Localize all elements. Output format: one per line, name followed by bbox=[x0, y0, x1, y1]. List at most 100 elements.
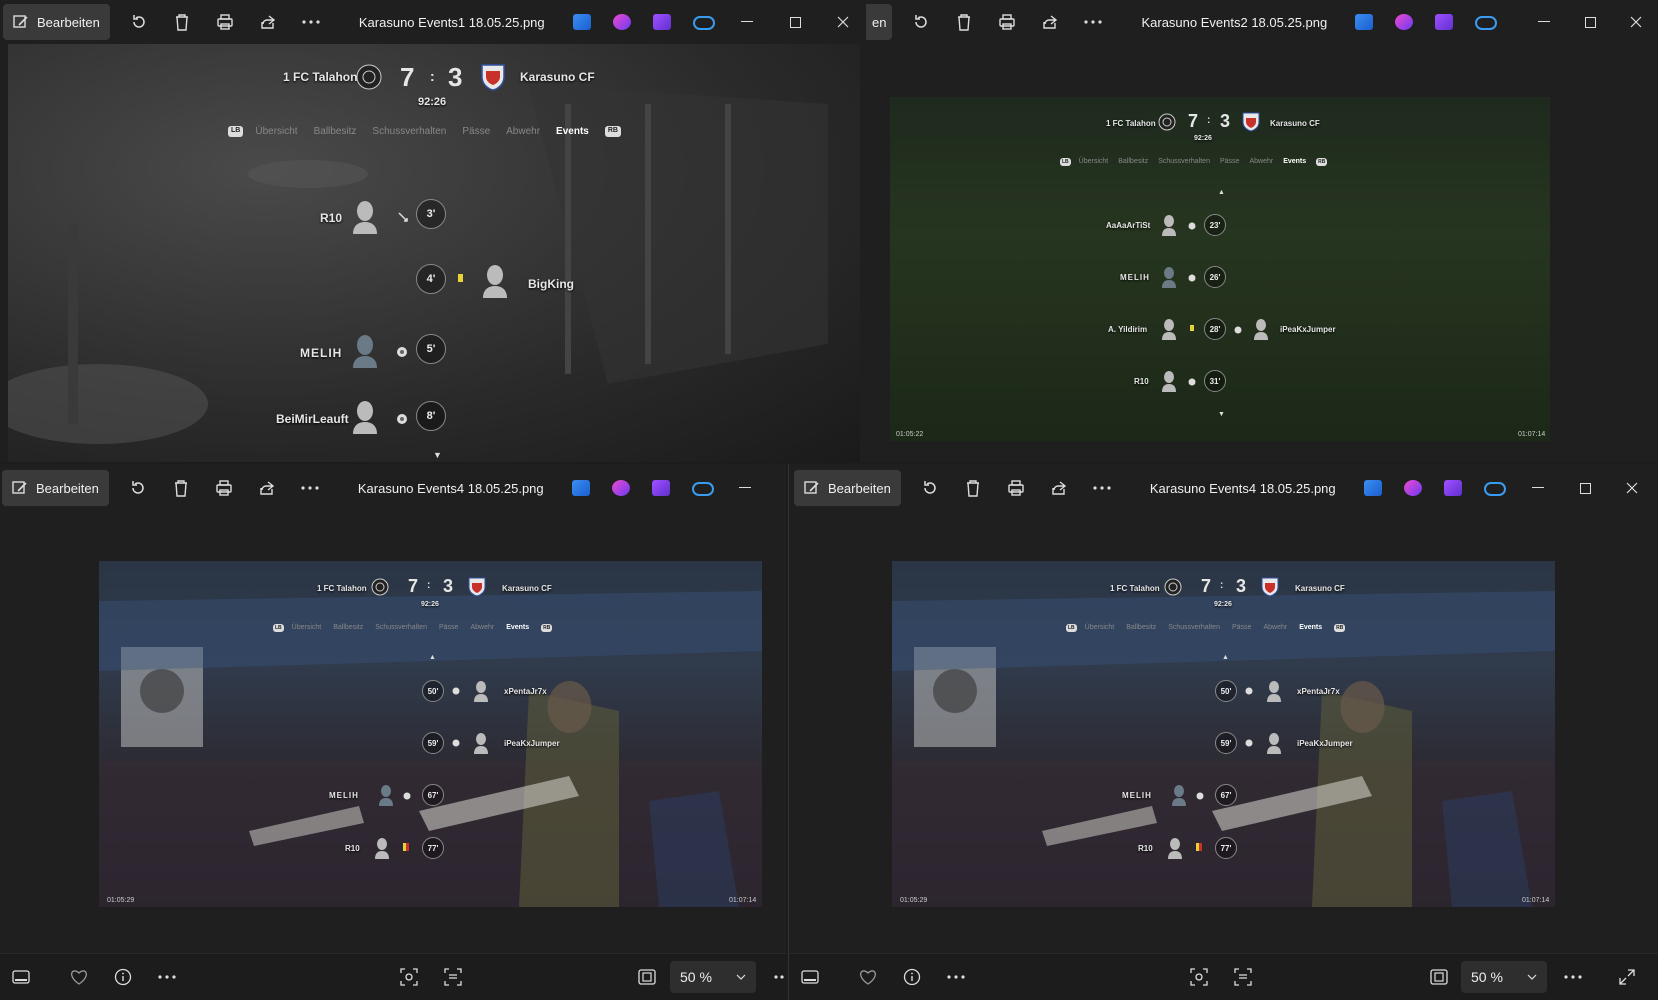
delete-icon[interactable] bbox=[168, 8, 196, 36]
print-icon[interactable] bbox=[210, 474, 238, 502]
tab-ballbesitz[interactable]: Ballbesitz bbox=[1126, 624, 1156, 632]
tab-abwehr[interactable]: Abwehr bbox=[506, 126, 540, 137]
tab-abwehr[interactable]: Abwehr bbox=[1249, 158, 1273, 166]
more-options-icon[interactable] bbox=[1561, 965, 1585, 989]
minimize-button[interactable] bbox=[722, 466, 768, 510]
tab-ballbesitz[interactable]: Ballbesitz bbox=[333, 624, 363, 632]
tab-paesse[interactable]: Pässe bbox=[1232, 624, 1251, 632]
tab-schussverhalten[interactable]: Schussverhalten bbox=[1158, 158, 1210, 166]
info-icon[interactable] bbox=[111, 965, 135, 989]
tab-ballbesitz[interactable]: Ballbesitz bbox=[1118, 158, 1148, 166]
more-icon[interactable] bbox=[297, 8, 325, 36]
visual-search-icon[interactable] bbox=[1187, 965, 1211, 989]
more-options-icon[interactable] bbox=[944, 965, 968, 989]
clipchamp-icon[interactable] bbox=[1403, 480, 1422, 496]
onedrive-icon[interactable] bbox=[1483, 482, 1506, 496]
lb-button-chip[interactable]: LB bbox=[228, 126, 244, 137]
filmstrip-icon[interactable] bbox=[798, 965, 822, 989]
share-icon[interactable] bbox=[1036, 8, 1064, 36]
video-editor-icon[interactable] bbox=[652, 14, 671, 30]
fit-to-window-icon[interactable] bbox=[1427, 965, 1451, 989]
rb-button-chip[interactable]: RB bbox=[541, 624, 553, 632]
share-icon[interactable] bbox=[253, 474, 281, 502]
rotate-icon[interactable] bbox=[124, 474, 152, 502]
tab-events[interactable]: Events bbox=[1299, 624, 1322, 632]
fit-to-window-icon[interactable] bbox=[635, 965, 659, 989]
edit-button[interactable]: Bearbeiten bbox=[794, 470, 901, 506]
maximize-button[interactable] bbox=[1562, 466, 1608, 510]
delete-icon[interactable] bbox=[167, 474, 195, 502]
lb-button-chip[interactable]: LB bbox=[1066, 624, 1077, 632]
info-icon[interactable] bbox=[900, 965, 924, 989]
zoom-dropdown[interactable]: 50 % bbox=[670, 961, 756, 993]
rb-button-chip[interactable]: RB bbox=[604, 126, 621, 137]
close-button[interactable] bbox=[1613, 0, 1658, 44]
onedrive-icon[interactable] bbox=[1475, 16, 1498, 30]
favorite-heart-icon[interactable] bbox=[856, 965, 880, 989]
tab-uebersicht[interactable]: Übersicht bbox=[255, 126, 297, 137]
rb-button-chip[interactable]: RB bbox=[1316, 158, 1328, 166]
zoom-dropdown[interactable]: 50 % bbox=[1461, 961, 1547, 993]
onedrive-icon[interactable] bbox=[692, 16, 715, 30]
maximize-button[interactable] bbox=[1567, 0, 1613, 44]
more-options-icon[interactable] bbox=[770, 965, 786, 989]
onedrive-icon[interactable] bbox=[691, 482, 714, 496]
minimize-button[interactable] bbox=[1521, 0, 1567, 44]
clipchamp-icon[interactable] bbox=[612, 14, 631, 30]
tab-uebersicht[interactable]: Übersicht bbox=[292, 624, 322, 632]
maximize-button[interactable] bbox=[772, 0, 818, 44]
share-icon[interactable] bbox=[254, 8, 282, 36]
print-icon[interactable] bbox=[993, 8, 1021, 36]
tab-schussverhalten[interactable]: Schussverhalten bbox=[375, 624, 427, 632]
text-scan-icon[interactable] bbox=[441, 965, 465, 989]
designer-app-icon[interactable] bbox=[1363, 480, 1382, 496]
edit-button[interactable]: Bearbeiten bbox=[3, 4, 110, 40]
tab-ballbesitz[interactable]: Ballbesitz bbox=[314, 126, 357, 137]
tab-paesse[interactable]: Pässe bbox=[1220, 158, 1239, 166]
close-button[interactable] bbox=[1609, 466, 1655, 510]
tab-uebersicht[interactable]: Übersicht bbox=[1079, 158, 1109, 166]
rotate-icon[interactable] bbox=[916, 474, 944, 502]
rotate-icon[interactable] bbox=[907, 8, 935, 36]
fullscreen-icon[interactable] bbox=[1615, 965, 1639, 989]
tab-events[interactable]: Events bbox=[556, 126, 589, 137]
video-editor-icon[interactable] bbox=[1435, 14, 1454, 30]
tab-paesse[interactable]: Pässe bbox=[439, 624, 458, 632]
print-icon[interactable] bbox=[211, 8, 239, 36]
close-button[interactable] bbox=[820, 0, 866, 44]
tab-abwehr[interactable]: Abwehr bbox=[470, 624, 494, 632]
lb-button-chip[interactable]: LB bbox=[273, 624, 284, 632]
favorite-heart-icon[interactable] bbox=[67, 965, 91, 989]
more-icon[interactable] bbox=[296, 474, 324, 502]
designer-app-icon[interactable] bbox=[571, 480, 590, 496]
filmstrip-icon[interactable] bbox=[9, 965, 33, 989]
more-icon[interactable] bbox=[1088, 474, 1116, 502]
rotate-icon[interactable] bbox=[125, 8, 153, 36]
rb-button-chip[interactable]: RB bbox=[1334, 624, 1346, 632]
tab-uebersicht[interactable]: Übersicht bbox=[1085, 624, 1115, 632]
tab-events[interactable]: Events bbox=[1283, 158, 1306, 166]
more-icon[interactable] bbox=[1079, 8, 1107, 36]
clipchamp-icon[interactable] bbox=[611, 480, 630, 496]
tab-events[interactable]: Events bbox=[506, 624, 529, 632]
more-options-icon[interactable] bbox=[155, 965, 179, 989]
designer-app-icon[interactable] bbox=[572, 14, 591, 30]
share-icon[interactable] bbox=[1045, 474, 1073, 502]
video-editor-icon[interactable] bbox=[1443, 480, 1462, 496]
edit-button[interactable]: Bearbeiten bbox=[2, 470, 109, 506]
tab-paesse[interactable]: Pässe bbox=[462, 126, 490, 137]
text-scan-icon[interactable] bbox=[1231, 965, 1255, 989]
clipchamp-icon[interactable] bbox=[1395, 14, 1414, 30]
minimize-button[interactable] bbox=[1515, 466, 1561, 510]
scroll-down-arrow-icon[interactable]: ▼ bbox=[1218, 411, 1225, 418]
print-icon[interactable] bbox=[1002, 474, 1030, 502]
video-editor-icon[interactable] bbox=[651, 480, 670, 496]
minimize-button[interactable] bbox=[724, 0, 770, 44]
tab-schussverhalten[interactable]: Schussverhalten bbox=[372, 126, 446, 137]
scroll-up-arrow-icon[interactable]: ▲ bbox=[1218, 189, 1225, 196]
scroll-up-arrow-icon[interactable]: ▲ bbox=[429, 654, 436, 661]
tab-abwehr[interactable]: Abwehr bbox=[1263, 624, 1287, 632]
lb-button-chip[interactable]: LB bbox=[1060, 158, 1071, 166]
designer-app-icon[interactable] bbox=[1355, 14, 1374, 30]
edit-button[interactable]: en bbox=[866, 4, 893, 40]
